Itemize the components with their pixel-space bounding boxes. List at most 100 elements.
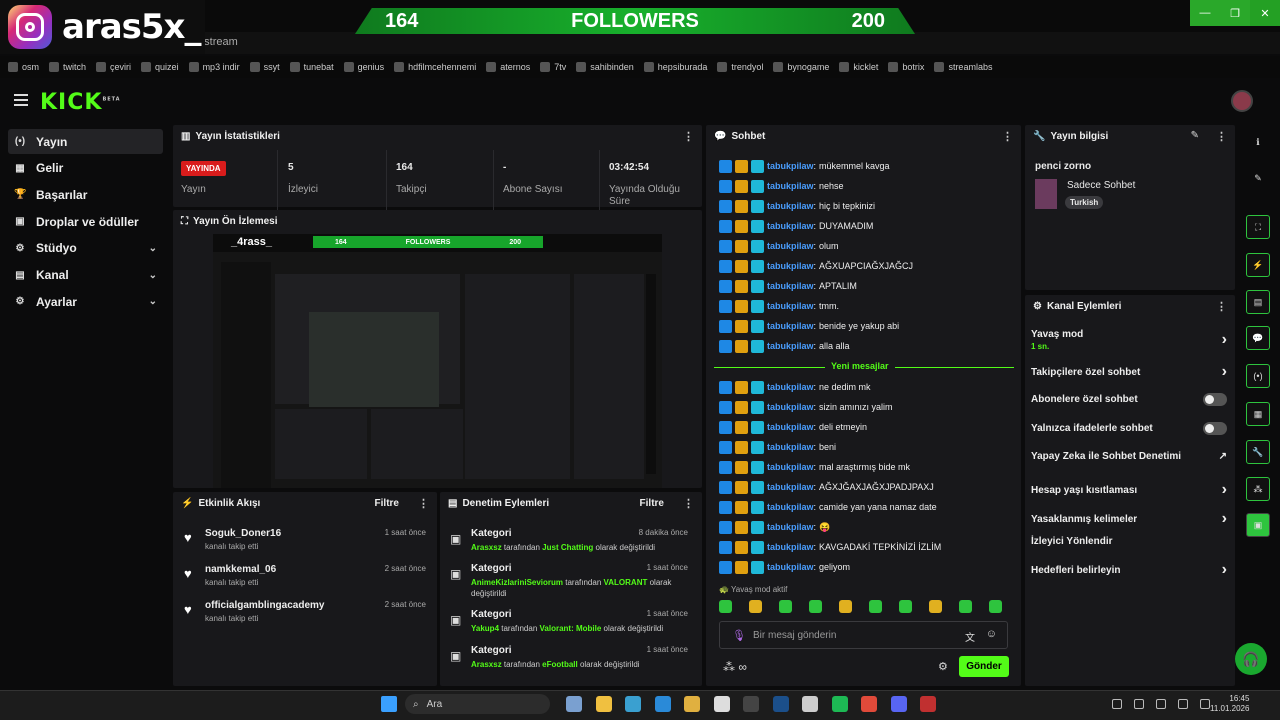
wrench-icon[interactable]: 🔧	[1246, 440, 1270, 464]
chat-username[interactable]: tabukpilaw	[767, 462, 814, 472]
category-name[interactable]: Sadece Sohbet	[1067, 180, 1135, 191]
info-more-icon[interactable]: ⋮	[1216, 130, 1227, 143]
battery-icon[interactable]	[1200, 699, 1210, 709]
chat-username[interactable]: tabukpilaw	[767, 241, 814, 251]
taskbar-app-icon[interactable]	[566, 696, 582, 712]
edit-icon[interactable]: ✎	[1191, 130, 1199, 141]
sidebar-item-1[interactable]: ▦ Gelir	[8, 156, 163, 181]
taskbar-app-icon[interactable]	[743, 696, 759, 712]
windows-start-icon[interactable]	[381, 696, 397, 712]
layout-icon[interactable]: ▦	[1246, 402, 1270, 426]
bookmark-item[interactable]: bynogame	[773, 62, 829, 72]
chat-username[interactable]: tabukpilaw	[767, 341, 814, 351]
chat-message[interactable]: tabukpilaw: sizin amınızı yalim	[719, 399, 893, 415]
emote-icon[interactable]	[839, 600, 852, 613]
chat-settings-icon[interactable]: ⚙	[938, 660, 948, 673]
stream-preview[interactable]: _4rass_ 164 FOLLOWERS 200	[213, 234, 662, 488]
bookmark-item[interactable]: sahibinden	[576, 62, 634, 72]
taskbar-search[interactable]: ⌕ Ara	[405, 694, 550, 714]
sidebar-item-2[interactable]: 🏆 Başarılar	[8, 182, 163, 207]
taskbar-app-icon[interactable]	[684, 696, 700, 712]
emote-icon[interactable]	[899, 600, 912, 613]
activity-item[interactable]: ♥ namkkemal_06 kanalı takip etti 2 saat önc…	[178, 564, 428, 594]
chat-message[interactable]: tabukpilaw: deli etmeyin	[719, 419, 867, 435]
chat-username[interactable]: tabukpilaw	[767, 261, 814, 271]
bookmark-item[interactable]: quizei	[141, 62, 179, 72]
taskbar-app-icon[interactable]	[802, 696, 818, 712]
activity-item[interactable]: ♥ officialgamblingacademy kanalı takip ett…	[178, 600, 428, 630]
mic-icon[interactable]: 🎙	[732, 629, 746, 642]
more-icon[interactable]: ⋮	[683, 130, 694, 143]
chat-input[interactable]: 🎙 Bir mesaj gönderin 文 ☺	[719, 621, 1008, 649]
channel-action-item[interactable]: Takipçilere özel sohbet ›	[1031, 363, 1227, 381]
chat-message[interactable]: tabukpilaw: 😝	[719, 519, 830, 535]
chat-more-icon[interactable]: ⋮	[1002, 130, 1013, 143]
moderation-item[interactable]: ▣ Kategori Arasxsz tarafından eFootball ol…	[446, 645, 696, 670]
sidebar-item-6[interactable]: ⚙ Ayarlar ⌄	[8, 289, 163, 314]
emote-icon[interactable]	[719, 600, 732, 613]
chat-message[interactable]: tabukpilaw: tmm.	[719, 298, 839, 314]
channel-action-item[interactable]: Yalnızca ifadelerle sohbet	[1031, 422, 1227, 435]
notes-icon[interactable]: ▤	[1246, 290, 1270, 314]
emote-icon[interactable]	[869, 600, 882, 613]
channel-action-item[interactable]: Hedefleri belirleyin ›	[1031, 561, 1227, 579]
maximize-button[interactable]: ❐	[1220, 0, 1250, 26]
emote-icon[interactable]	[779, 600, 792, 613]
chat-username[interactable]: tabukpilaw	[767, 161, 814, 171]
chat-username[interactable]: tabukpilaw	[767, 221, 814, 231]
chat-username[interactable]: tabukpilaw	[767, 502, 814, 512]
bookmark-item[interactable]: hdfilmcehennemi	[394, 62, 476, 72]
chat-message[interactable]: tabukpilaw: nehse	[719, 178, 844, 194]
moderation-item[interactable]: ▣ Kategori AnimeKizlariniSeviorum tarafınd…	[446, 563, 696, 599]
bookmark-item[interactable]: mp3 indir	[188, 62, 240, 72]
moderation-item[interactable]: ▣ Kategori Arasxsz tarafından Just Chattin…	[446, 528, 696, 553]
taskbar-app-icon[interactable]	[595, 696, 612, 712]
chat-message[interactable]: tabukpilaw: AĞXUAPCIAĞXJAĞCJ	[719, 258, 913, 274]
emote-icon[interactable]	[929, 600, 942, 613]
emote-icon[interactable]	[989, 600, 1002, 613]
close-button[interactable]: ✕	[1250, 0, 1280, 26]
apps-icon[interactable]: ⁂	[1246, 477, 1270, 501]
support-icon[interactable]: 🎧	[1235, 643, 1267, 675]
bookmark-item[interactable]: çeviri	[96, 62, 131, 72]
bolt-icon[interactable]: ⚡	[1246, 253, 1270, 277]
toggle-switch[interactable]	[1203, 422, 1227, 435]
moderator-user[interactable]: Arasxsz	[471, 543, 502, 552]
bookmark-item[interactable]: streamlabs	[934, 62, 992, 72]
translate-icon[interactable]: 文	[965, 629, 975, 644]
taskbar-app-icon[interactable]	[713, 696, 730, 712]
wifi-icon[interactable]	[1134, 699, 1144, 709]
chat-message[interactable]: tabukpilaw: beni	[719, 439, 836, 455]
chat-message[interactable]: tabukpilaw: olum	[719, 238, 839, 254]
taskbar-app-icon[interactable]	[831, 696, 848, 712]
chat-message[interactable]: tabukpilaw: APTALIM	[719, 278, 857, 294]
chat-username[interactable]: tabukpilaw	[767, 482, 814, 492]
channel-action-item[interactable]: Abonelere özel sohbet	[1031, 393, 1227, 406]
system-clock[interactable]: 16:45 11.01.2026	[1210, 694, 1249, 714]
chat-username[interactable]: tabukpilaw	[767, 522, 814, 532]
scene-icon[interactable]: ⛶	[1246, 215, 1270, 239]
chat-message[interactable]: tabukpilaw: mal araştırmış bide mk	[719, 459, 910, 475]
sidebar-item-3[interactable]: ▣ Droplar ve ödüller	[8, 209, 163, 234]
emote-icon[interactable]	[809, 600, 822, 613]
chat-username[interactable]: tabukpilaw	[767, 542, 814, 552]
bookmark-item[interactable]: twitch	[49, 62, 86, 72]
bookmark-item[interactable]: aternos	[486, 62, 530, 72]
chat-message[interactable]: tabukpilaw: hiç bi tepkinizi	[719, 198, 875, 214]
bookmark-item[interactable]: 7tv	[540, 62, 566, 72]
mic-icon[interactable]	[1156, 699, 1166, 709]
chat-username[interactable]: tabukpilaw	[767, 442, 814, 452]
chat-message[interactable]: tabukpilaw: KAVGADAKİ TEPKİNİZİ İZLİM	[719, 539, 941, 555]
info-icon[interactable]: ℹ	[1246, 130, 1270, 154]
channel-action-item[interactable]: Yasaklanmış kelimeler ›	[1031, 510, 1227, 528]
bookmark-item[interactable]: ssyt	[249, 62, 280, 72]
chat-message[interactable]: tabukpilaw: ne dedim mk	[719, 379, 871, 395]
bookmark-item[interactable]: trendyol	[717, 62, 763, 72]
broadcast-icon[interactable]: (•)	[1246, 364, 1270, 388]
activity-item[interactable]: ♥ Soguk_Doner16 kanalı takip etti 1 saat ön…	[178, 528, 428, 558]
taskbar-app-icon[interactable]	[920, 696, 936, 712]
chat-username[interactable]: tabukpilaw	[767, 422, 814, 432]
chat-message[interactable]: tabukpilaw: benide ye yakup abi	[719, 318, 899, 334]
chat-username[interactable]: tabukpilaw	[767, 201, 814, 211]
infinity-icon[interactable]: ⁂ ∞	[723, 660, 747, 674]
